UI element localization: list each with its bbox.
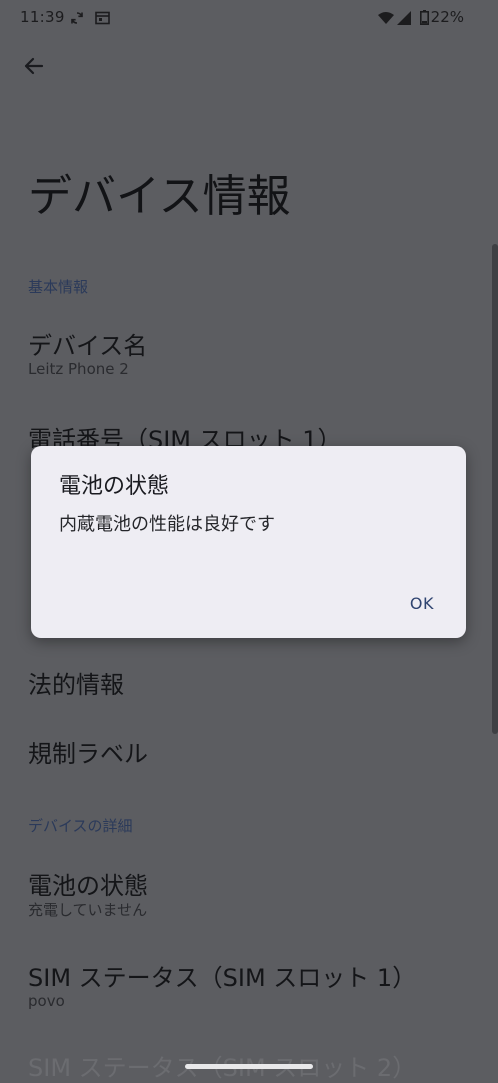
signal-icon xyxy=(397,10,411,29)
battery-percentage: 22% xyxy=(430,8,464,26)
device-name-title: デバイス名 xyxy=(28,332,148,360)
gesture-nav-bar[interactable] xyxy=(185,1064,313,1069)
battery-status-value: 充電していません xyxy=(28,901,148,919)
status-bar: 11:39 22% xyxy=(0,0,498,34)
battery-status-dialog: 電池の状態 内蔵電池の性能は良好です OK xyxy=(31,446,466,638)
legal-info-title: 法的情報 xyxy=(28,671,124,699)
calendar-icon xyxy=(95,10,110,29)
ok-button[interactable]: OK xyxy=(406,592,438,615)
scrollbar[interactable] xyxy=(492,244,498,734)
section-header-basic: 基本情報 xyxy=(28,278,89,296)
sim1-status-value: povo xyxy=(28,992,65,1010)
dialog-title: 電池の状態 xyxy=(59,474,170,499)
section-header-details: デバイスの詳細 xyxy=(28,817,133,835)
battery-icon xyxy=(420,10,430,29)
back-button[interactable] xyxy=(20,52,48,80)
battery-status-title: 電池の状態 xyxy=(28,872,148,900)
page-title: デバイス情報 xyxy=(28,171,291,222)
status-time: 11:39 xyxy=(20,8,65,26)
sync-icon xyxy=(70,10,84,29)
regulatory-labels-title: 規制ラベル xyxy=(28,740,148,768)
dialog-message: 内蔵電池の性能は良好です xyxy=(59,514,275,535)
device-name-value: Leitz Phone 2 xyxy=(28,360,129,378)
arrow-left-icon xyxy=(24,57,44,75)
wifi-icon xyxy=(378,10,394,29)
sim1-status-title: SIM ステータス（SIM スロット 1） xyxy=(28,964,417,992)
